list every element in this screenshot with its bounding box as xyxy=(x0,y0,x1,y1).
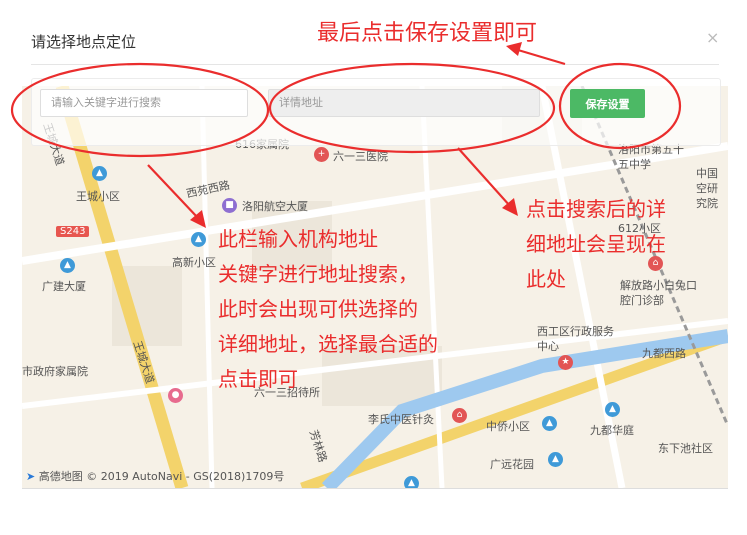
location-dialog: 请选择地点定位 × S243 + 六一三医院 616家属院 ■ xyxy=(0,0,747,535)
annotation-arrow xyxy=(517,48,566,66)
clinic-icon[interactable]: ⌂ xyxy=(452,408,467,423)
map-label-gov-housing[interactable]: 市政府家属院 xyxy=(22,363,88,379)
residence-icon[interactable]: ▲ xyxy=(92,166,107,181)
title-divider xyxy=(31,64,719,65)
map-label-zhongqiao[interactable]: 中侨小区 xyxy=(486,418,530,434)
office-icon[interactable]: ▲ xyxy=(60,258,75,273)
hospital-icon[interactable]: + xyxy=(314,147,329,162)
map-label-xigong[interactable]: 西工区行政服务中心 xyxy=(537,324,615,354)
road-badge-s243: S243 xyxy=(56,226,90,237)
residence-icon[interactable]: ▲ xyxy=(542,416,557,431)
map-label-hospital[interactable]: 六一三医院 xyxy=(333,148,388,164)
annotation-save-hint: 最后点击保存设置即可 xyxy=(317,21,538,46)
map-label-guangyuan[interactable]: 广远花园 xyxy=(490,456,534,472)
save-settings-button[interactable]: 保存设置 xyxy=(570,89,645,118)
annotation-line: 细地址会呈现在 xyxy=(526,232,666,256)
hotel-icon[interactable]: ■ xyxy=(222,198,237,213)
address-detail-field[interactable]: 详情地址 xyxy=(268,89,540,117)
keyword-search-input[interactable]: 请输入关键字进行搜索 xyxy=(40,89,248,117)
close-icon[interactable]: × xyxy=(706,28,719,47)
government-icon[interactable]: ★ xyxy=(558,355,573,370)
amap-brand-name: 高德地图 xyxy=(38,470,83,483)
dialog-title: 请选择地点定位 xyxy=(31,33,137,51)
residence-icon[interactable]: ▲ xyxy=(191,232,206,247)
residence-icon[interactable]: ▲ xyxy=(605,402,620,417)
residence-icon[interactable]: ▲ xyxy=(548,452,563,467)
map-attribution: ➤ 高德地图 © 2019 AutoNavi - GS(2018)1709号 xyxy=(26,468,284,484)
map-label-aviation[interactable]: 洛阳航空大厦 xyxy=(242,198,308,214)
map-label-wangcheng-xiaoqu[interactable]: 王城小区 xyxy=(76,188,120,204)
residence-icon[interactable]: ▲ xyxy=(404,476,419,488)
annotation-line: 点击搜索后的详 xyxy=(526,197,666,221)
map-label-guangjian[interactable]: 广建大厦 xyxy=(42,278,86,294)
annotation-line: 此栏输入机构地址 xyxy=(218,227,378,251)
map-label-gaoxin[interactable]: 高新小区 xyxy=(172,254,216,270)
annotation-address-hint: 点击搜索后的详 细地址会呈现在 此处 xyxy=(526,192,666,297)
annotation-line: 此时会出现可供选择的 xyxy=(218,297,418,321)
map-label-jiudu-huating[interactable]: 九都华庭 xyxy=(590,422,634,438)
amap-logo-icon: ➤ xyxy=(26,470,36,483)
map-copyright: © 2019 AutoNavi - GS(2018)1709号 xyxy=(86,470,285,483)
map-label-research[interactable]: 中国空研究院 xyxy=(696,166,728,211)
map-label-dongxia[interactable]: 东下池社区 xyxy=(658,440,713,456)
bank-icon[interactable]: ● xyxy=(168,388,183,403)
annotation-line: 此处 xyxy=(526,267,566,291)
annotation-line: 详细地址，选择最合适的 xyxy=(218,332,438,356)
road xyxy=(199,86,215,488)
annotation-line: 关键字进行地址搜索， xyxy=(218,262,418,286)
map-label-school[interactable]: 洛阳市第五十五中学 xyxy=(618,142,688,172)
annotation-line: 点击即可 xyxy=(218,367,298,391)
map-label-jiudu-road[interactable]: 九都西路 xyxy=(642,345,686,361)
map-label-li-clinic[interactable]: 李氏中医针灸 xyxy=(368,411,434,427)
annotation-keyword-hint: 此栏输入机构地址 关键字进行地址搜索， 此时会出现可供选择的 详细地址，选择最合… xyxy=(218,222,438,397)
